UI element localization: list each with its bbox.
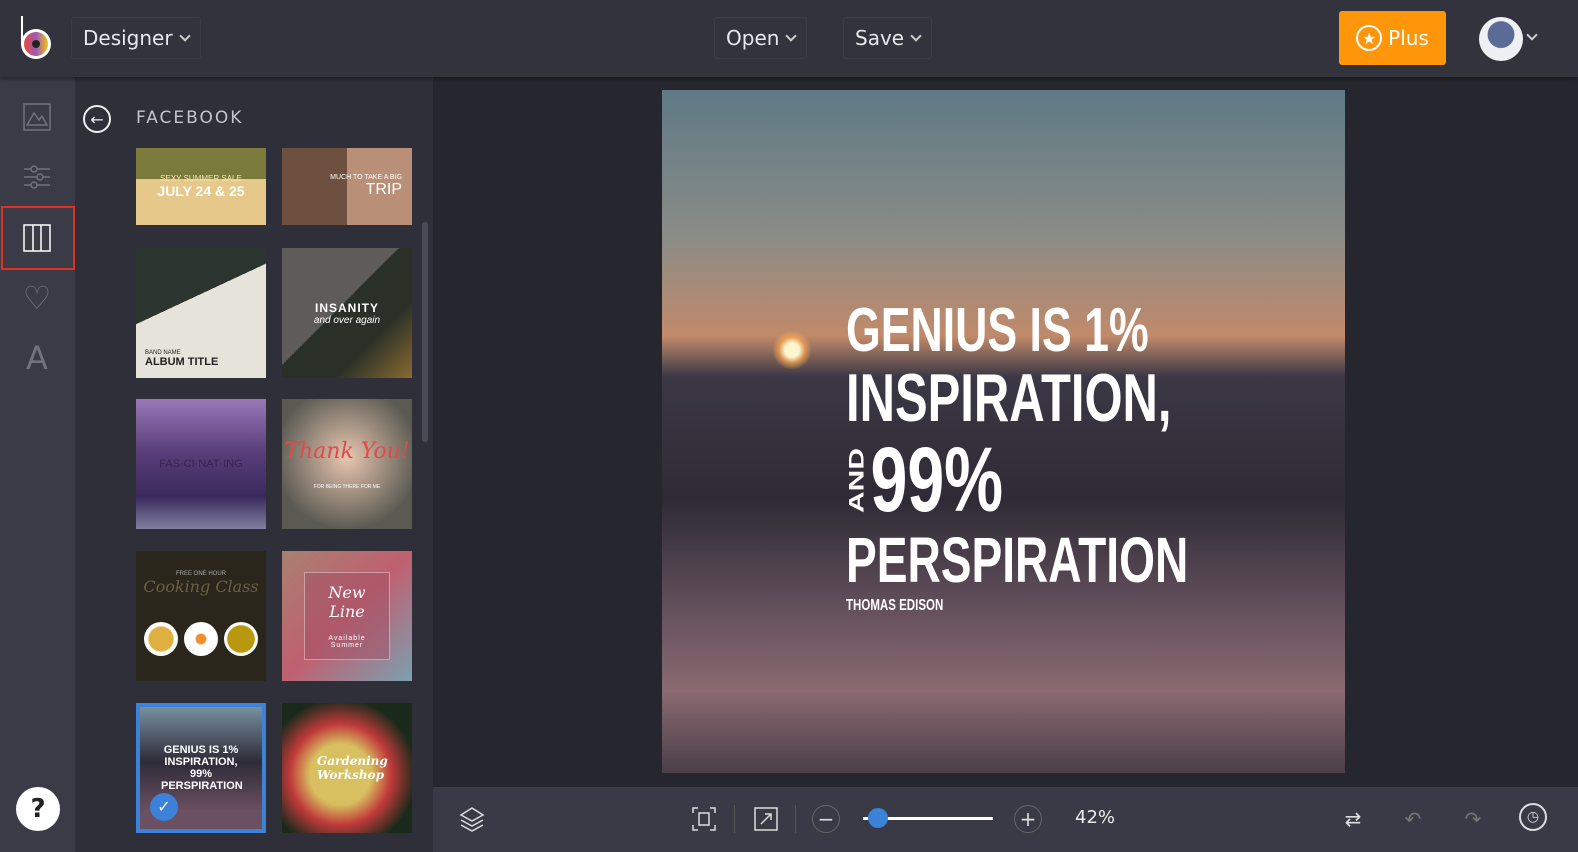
save-button[interactable]: Save [843,17,933,59]
quote-author: THOMAS EDISON [846,597,944,614]
tool-rail: ♡ A ? [0,77,75,852]
quote-line-4: PERSPIRATION [846,524,1189,596]
template-title: ALBUM TITLE [145,356,219,368]
save-label: Save [855,26,905,50]
avatar[interactable] [1479,17,1523,61]
template-thumbnail[interactable]: BAND NAME ALBUM TITLE [136,248,266,378]
history-icon[interactable]: ◷ [1519,803,1547,831]
adjust-icon[interactable] [20,160,54,194]
chevron-down-icon[interactable] [1526,29,1538,41]
template-subtitle: and over again [313,314,381,326]
template-title: INSANITY [314,300,379,315]
template-thumbnail[interactable]: Gardening Workshop [282,703,412,833]
layers-icon[interactable] [457,804,487,834]
template-subtitle: SEXY SUMMER SALE [160,174,242,183]
chevron-down-icon [910,29,922,42]
app-logo[interactable] [18,14,58,62]
quote-line-2: INSPIRATION, [846,360,1172,436]
zoom-in-button[interactable]: + [1014,805,1042,833]
template-thumbnail[interactable]: New Line Available Summer [282,551,412,681]
template-title: GENIUS IS 1% INSPIRATION, 99% PERSPIRATI… [161,743,243,793]
chevron-down-icon [178,29,191,42]
design-canvas[interactable]: GENIUS IS 1% INSPIRATION, AND 99% PERSPIR… [662,90,1345,773]
fit-screen-icon[interactable] [689,804,719,834]
quote-and: AND [844,447,869,513]
template-title: Cooking Class [143,577,259,596]
divider [795,805,796,833]
redo-icon[interactable]: ↷ [1458,804,1488,834]
checkmark-icon: ✓ [150,793,178,821]
heart-icon[interactable]: ♡ [20,279,54,317]
templates-panel: ← FACEBOOK SEXY SUMMER SALE JULY 24 & 25 … [75,77,433,852]
template-title: JULY 24 & 25 [157,183,245,199]
template-title: New Line [328,583,366,621]
sun-glow [772,330,812,370]
mode-dropdown[interactable]: Designer [71,17,201,59]
selected-tool-highlight [1,206,75,270]
template-subtitle: Available Summer [328,635,366,649]
template-thumbnail[interactable]: FREE ONE HOUR Cooking Class [136,551,266,681]
bottom-toolbar: − + 42% ⇄ ↶ ↷ ◷ [433,787,1578,852]
zoom-level: 42% [1075,807,1116,828]
plus-button[interactable]: ★ Plus [1339,11,1446,65]
chevron-down-icon [785,29,798,42]
template-thumbnail[interactable]: INSANITY and over again [282,248,412,378]
template-thumbnail[interactable]: MUCH TO TAKE A BIG TRIP [282,148,412,225]
top-bar: Designer Open Save ★ Plus [0,0,1578,77]
divider [734,805,735,833]
template-title: FAS·CI·NAT·ING [159,458,243,470]
plus-label: Plus [1388,26,1429,50]
template-thumbnail-selected[interactable]: GENIUS IS 1% INSPIRATION, 99% PERSPIRATI… [136,703,266,833]
open-button[interactable]: Open [714,17,808,59]
template-subtitle: MUCH TO TAKE A BIG [330,174,402,181]
template-thumbnail[interactable]: SEXY SUMMER SALE JULY 24 & 25 [136,148,266,225]
template-title: TRIP [365,181,402,198]
panel-scrollbar[interactable] [422,222,428,442]
back-arrow-icon[interactable]: ← [83,105,111,133]
template-thumbnail[interactable]: FAS·CI·NAT·ING [136,399,266,529]
star-icon: ★ [1356,25,1383,51]
image-icon[interactable] [20,100,54,134]
zoom-out-button[interactable]: − [812,805,840,833]
quote-text[interactable]: GENIUS IS 1% INSPIRATION, AND 99% PERSPIR… [844,296,1189,614]
text-icon[interactable]: A [20,339,54,377]
help-button[interactable]: ? [16,787,60,831]
resize-icon[interactable] [751,804,781,834]
quote-line-1: GENIUS IS 1% [846,296,1149,365]
template-title: Gardening Workshop [317,754,388,782]
template-thumbnail[interactable]: Thank You! FOR BEING THERE FOR ME [282,399,412,529]
template-subtitle: FOR BEING THERE FOR ME [313,483,381,490]
zoom-slider-handle[interactable] [868,808,888,828]
undo-icon[interactable]: ↶ [1398,804,1428,834]
open-label: Open [726,26,780,50]
template-title: Thank You! [284,438,410,464]
panel-title: FACEBOOK [136,108,244,128]
quote-line-3: 99% [870,429,1004,531]
swap-icon[interactable]: ⇄ [1338,804,1368,834]
mode-label: Designer [83,26,173,50]
